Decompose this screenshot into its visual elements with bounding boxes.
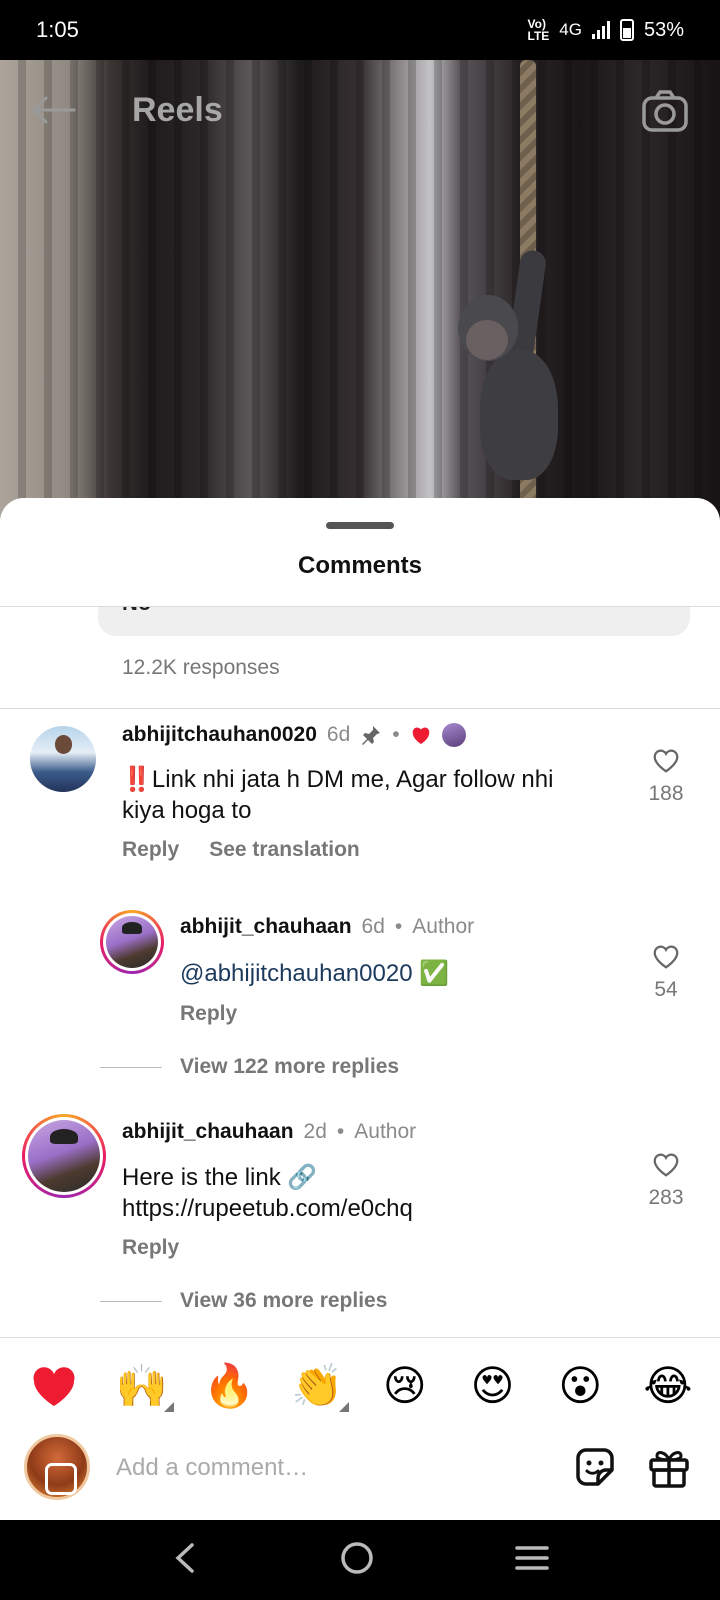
comment-text: @abhijitchauhan0020 ✅ [180,958,650,989]
comment-meta: abhijitchauhan0020 6d • [122,723,466,747]
emoji-clap-button[interactable]: 👏 [289,1358,350,1414]
nav-recents-icon[interactable] [514,1543,550,1578]
author-liked-heart-icon [412,727,429,745]
author-badge: Author [354,1120,417,1143]
heart-outline-icon [653,749,679,773]
emoji-laughing-button[interactable]: 😂 [640,1358,696,1414]
emoji-heart-eyes-button[interactable]: 😍 [465,1358,521,1414]
pin-icon [362,726,381,745]
avatar[interactable] [22,1114,106,1198]
mention-link[interactable]: @abhijitchauhan0020 [180,960,413,987]
nav-back-icon[interactable] [170,1541,200,1580]
status-bar: 1:05 Vo) LTE 4G 53% [0,0,720,60]
volte-icon: Vo) LTE [527,17,550,43]
comment-username[interactable]: abhijit_chauhaan [122,1120,294,1144]
arrow-left-icon[interactable] [30,95,76,125]
reply-button[interactable]: Reply [122,1236,179,1260]
view-more-replies-label: View 36 more replies [180,1289,388,1312]
reply-button[interactable]: Reply [180,1002,237,1026]
comment-meta: abhijit_chauhaan 2d • Author [122,1120,416,1144]
like-button[interactable]: 283 [636,1150,696,1210]
comment-text-line: Here is the link 🔗 [122,1164,318,1191]
comment-actions: Reply [180,1002,237,1026]
comment-input[interactable] [116,1448,536,1488]
like-count: 283 [648,1186,684,1209]
emoji-crying-button[interactable]: 😢 [377,1358,433,1414]
comment-time: 2d [303,1120,327,1143]
like-count: 54 [654,978,678,1001]
emoji-raised-hands-button[interactable]: 🙌 [114,1358,174,1414]
like-button[interactable]: 54 [636,942,696,1002]
separator-dot: • [336,1120,345,1143]
status-icons: Vo) LTE 4G 53% [528,18,685,42]
network-type: 4G [559,20,582,39]
view-more-replies[interactable]: View 36 more replies [100,1289,387,1313]
like-count: 188 [648,782,684,805]
view-more-replies[interactable]: View 122 more replies [100,1055,399,1079]
emoji-quick-bar: 🙌 🔥 👏 😢 😍 😮 😂 [26,1358,696,1414]
monkey-figurine-image [450,248,580,510]
comment-link[interactable]: https://rupeetub.com/e0chq [122,1193,592,1224]
current-user-avatar [24,1434,90,1500]
author-badge: Author [412,915,475,938]
view-more-replies-label: View 122 more replies [180,1055,400,1078]
comment-text: Here is the link 🔗 https://rupeetub.com/… [122,1162,592,1224]
heart-outline-icon [653,1153,679,1177]
comment-username[interactable]: abhijitchauhan0020 [122,723,317,747]
comment-actions: Reply [122,1236,179,1260]
avatar[interactable] [100,910,164,974]
author-avatar-mini [441,723,466,747]
status-time: 1:05 [36,17,79,42]
system-nav-bar [0,1520,720,1600]
divider [0,708,720,709]
comment-text: ‼️Link nhi jata h DM me, Agar follow nhi… [122,766,554,824]
emoji-surprised-button[interactable]: 😮 [552,1358,608,1414]
reply-button[interactable]: Reply [122,838,179,862]
nav-home-icon[interactable] [339,1540,375,1581]
signal-icon [591,21,610,39]
separator-dot: • [394,915,403,938]
see-translation-button[interactable]: See translation [209,838,360,862]
page-title: Reels [132,90,223,129]
check-emoji: ✅ [419,960,450,987]
comment-username[interactable]: abhijit_chauhaan [180,915,352,939]
comment-composer: 🙌 🔥 👏 😢 😍 😮 😂 [0,1337,720,1520]
camera-icon[interactable] [642,90,688,137]
drag-handle[interactable] [326,522,394,529]
comment-time: 6d [361,915,385,938]
poll-responses[interactable]: 12.2K responses [122,656,280,680]
divider [0,606,720,607]
like-button[interactable]: 188 [636,746,696,806]
heart-outline-icon [653,945,679,969]
sticker-icon[interactable] [572,1444,618,1495]
avatar[interactable] [30,726,96,792]
gift-icon[interactable] [646,1444,692,1495]
battery-percent: 53% [643,18,684,41]
emoji-fire-button[interactable]: 🔥 [201,1358,257,1414]
battery-icon [619,19,634,41]
comment-meta: abhijit_chauhaan 6d • Author [180,915,474,939]
comment-input-row [24,1434,700,1502]
comment-time: 6d [326,723,351,746]
sheet-title: Comments [297,552,423,579]
comment-actions: Reply See translation [122,838,360,862]
emoji-heart-button[interactable] [26,1358,82,1414]
separator-dot: • [392,723,400,746]
reels-header: Reels [0,60,720,160]
